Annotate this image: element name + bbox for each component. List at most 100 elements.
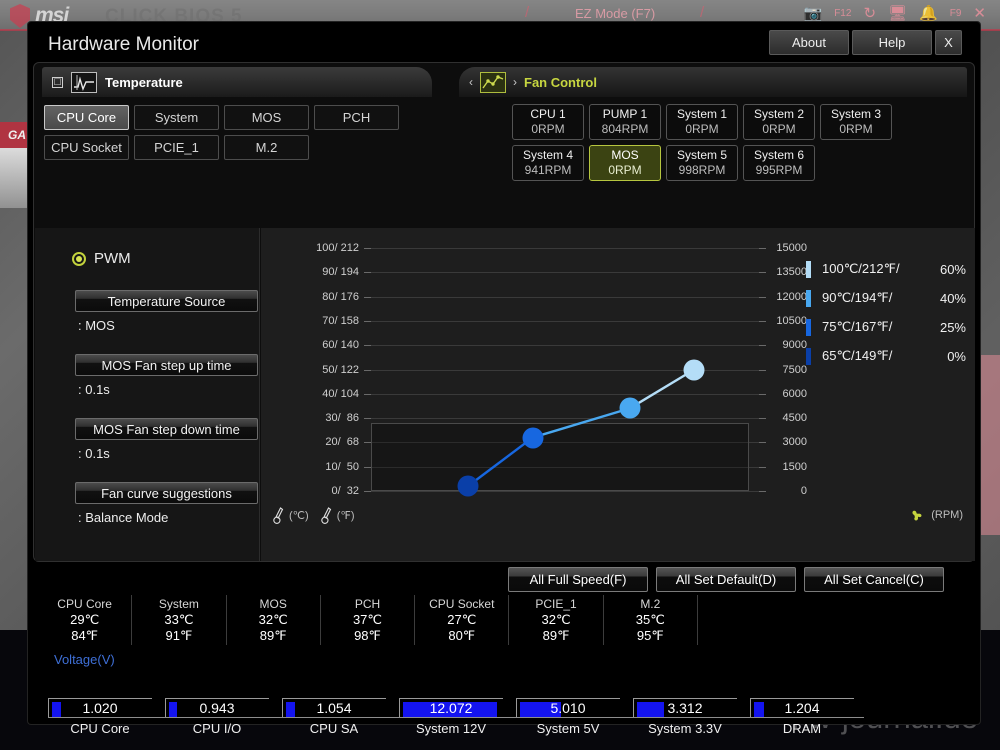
hardware-monitor-dialog: Hardware Monitor About Help X ☐ Temperat… bbox=[28, 22, 980, 736]
chart-right-tick: 4500 bbox=[782, 412, 807, 425]
bios-slash-right: / bbox=[700, 4, 705, 21]
temperature-chart-icon bbox=[71, 71, 97, 93]
setting-value: : Balance Mode bbox=[78, 510, 169, 525]
chart-left-tickmark bbox=[364, 320, 371, 322]
collapse-icon[interactable]: ☐ bbox=[52, 76, 63, 88]
fan-name: System 2 bbox=[753, 107, 804, 121]
temperature-source-tab[interactable]: MOS bbox=[224, 105, 309, 130]
fan-curve-point[interactable] bbox=[683, 359, 705, 380]
fan-rpm: 0RPM bbox=[685, 122, 719, 136]
alert-key-label: F9 bbox=[949, 7, 962, 19]
setting-value: : 0.1s bbox=[78, 382, 110, 397]
voltage-value: 0.943 bbox=[199, 700, 235, 716]
fan-rpm: 804RPM bbox=[601, 122, 649, 136]
setting-value: : 0.1s bbox=[78, 446, 110, 461]
temperature-source-tab[interactable]: CPU Socket bbox=[44, 135, 129, 160]
fan-selector-button[interactable]: System 4 941RPM bbox=[512, 145, 584, 181]
chart-right-tick: 1500 bbox=[782, 460, 807, 473]
voltage-readout: 1.054 CPU SA bbox=[282, 698, 399, 744]
temperature-source-tab[interactable]: PCIE_1 bbox=[134, 135, 219, 160]
temperature-header[interactable]: ☐ Temperature bbox=[42, 67, 432, 97]
chart-plot-area[interactable] bbox=[371, 248, 759, 497]
voltage-rail-name: DRAM bbox=[782, 721, 822, 736]
voltage-readout: 0.943 CPU I/O bbox=[165, 698, 282, 744]
temperature-celsius: 27℃ bbox=[447, 611, 477, 627]
fan-selector-button[interactable]: System 5 998RPM bbox=[666, 145, 738, 181]
refresh-icon[interactable]: ↻ bbox=[863, 4, 876, 22]
screenshot-icon[interactable]: 📷 bbox=[804, 4, 823, 22]
temperature-fahrenheit: 80℉ bbox=[448, 627, 476, 643]
temperature-fahrenheit: 95℉ bbox=[636, 627, 664, 643]
temperature-source-tab[interactable]: CPU Core bbox=[44, 105, 129, 130]
chart-right-tickmark bbox=[759, 393, 766, 395]
chevron-left-icon[interactable]: ‹ bbox=[469, 75, 473, 89]
help-button[interactable]: Help bbox=[852, 30, 932, 55]
fan-selector-button[interactable]: System 1 0RPM bbox=[666, 104, 738, 140]
fan-settings-column: PWM Temperature Source: MOS MOS Fan step … bbox=[35, 228, 260, 561]
voltage-rail-name: CPU I/O bbox=[192, 721, 242, 736]
temperature-source-tab[interactable]: M.2 bbox=[224, 135, 309, 160]
pwm-mode-radio[interactable]: PWM bbox=[72, 250, 131, 267]
temperature-readout: MOS 32℃ 89℉ bbox=[227, 595, 321, 645]
temperature-sensor-name: M.2 bbox=[640, 596, 661, 611]
fan-curve-point[interactable] bbox=[619, 397, 641, 419]
voltage-value: 1.054 bbox=[316, 700, 352, 716]
about-button[interactable]: About bbox=[769, 30, 849, 55]
setting-button[interactable]: MOS Fan step down time bbox=[75, 418, 258, 440]
global-action-button[interactable]: All Set Default(D) bbox=[656, 567, 796, 592]
alert-icon[interactable]: 🔔 bbox=[919, 4, 938, 22]
chart-right-tickmark bbox=[759, 320, 766, 322]
ez-mode-label[interactable]: EZ Mode (F7) bbox=[575, 6, 655, 21]
temperature-source-tab[interactable]: PCH bbox=[314, 105, 399, 130]
setting-button[interactable]: MOS Fan step up time bbox=[75, 354, 258, 376]
chart-right-tickmark bbox=[759, 491, 766, 492]
chart-gridline bbox=[371, 491, 759, 492]
fan-rpm: 941RPM bbox=[524, 163, 572, 177]
chart-left-tickmark bbox=[364, 491, 371, 492]
chart-left-tick: 80/ 176 bbox=[322, 290, 359, 303]
chart-left-tick: 0/ 32 bbox=[331, 485, 359, 497]
fan-control-header-label: Fan Control bbox=[524, 74, 597, 90]
rpm-unit-group: (RPM) bbox=[908, 507, 963, 524]
fan-selector-button[interactable]: MOS 0RPM bbox=[589, 145, 661, 181]
global-action-button[interactable]: All Set Cancel(C) bbox=[804, 567, 944, 592]
temperature-fahrenheit: 89℉ bbox=[259, 627, 287, 643]
fan-selector-button[interactable]: System 6 995RPM bbox=[743, 145, 815, 181]
global-actions: All Full Speed(F) All Set Default(D) All S… bbox=[508, 567, 944, 592]
legend-duty-percent: 40% bbox=[939, 290, 966, 306]
legend-temperature: 100℃/212℉/ bbox=[822, 261, 900, 276]
chart-right-tick: 10500 bbox=[776, 314, 807, 327]
title-bar-buttons: About Help X bbox=[769, 30, 962, 55]
temperature-source-tab[interactable]: System bbox=[134, 105, 219, 130]
fan-selector-button[interactable]: System 2 0RPM bbox=[743, 104, 815, 140]
setting-button[interactable]: Fan curve suggestions bbox=[75, 482, 258, 504]
global-action-button[interactable]: All Full Speed(F) bbox=[508, 567, 648, 592]
temperature-readout: PCIE_1 32℃ 89℉ bbox=[509, 595, 604, 645]
monitor-icon[interactable]: 🖥 bbox=[888, 4, 907, 22]
fan-selector-button[interactable]: CPU 1 0RPM bbox=[512, 104, 584, 140]
chart-right-tickmark bbox=[759, 466, 766, 468]
chevron-right-icon[interactable]: › bbox=[513, 75, 517, 89]
chart-right-tickmark bbox=[759, 369, 766, 371]
page-title: Hardware Monitor bbox=[48, 34, 199, 55]
chart-left-tick: 50/ 122 bbox=[322, 363, 359, 376]
temperature-readouts: CPU Core 29℃ 84℉ System 33℃ 91℉ MOS 32℃ 89℉ PCH 37… bbox=[38, 595, 698, 645]
chart-legend: 100℃/212℉/ 60% 90℃/194℉/ 40% 75℃/167℉/ 25% 65℃… bbox=[806, 256, 971, 372]
pwm-mode-label: PWM bbox=[94, 250, 131, 267]
close-icon[interactable]: ✕ bbox=[973, 4, 986, 22]
voltage-readout: 3.312 System 3.3V bbox=[633, 698, 750, 744]
close-button[interactable]: X bbox=[935, 30, 962, 55]
fan-control-header[interactable]: ‹ › Fan Control bbox=[459, 67, 967, 97]
fan-selector-button[interactable]: PUMP 1 804RPM bbox=[589, 104, 661, 140]
legend-color-swatch bbox=[806, 318, 811, 336]
fan-curve-point[interactable] bbox=[457, 475, 479, 497]
chart-left-tick: 60/ 140 bbox=[322, 339, 359, 352]
celsius-unit-label: (℃) bbox=[289, 509, 309, 522]
fan-selector-button[interactable]: System 3 0RPM bbox=[820, 104, 892, 140]
fan-curve-point[interactable] bbox=[522, 427, 544, 449]
temperature-sensor-name: CPU Core bbox=[57, 596, 112, 611]
setting-button[interactable]: Temperature Source bbox=[75, 290, 258, 312]
temperature-source-tabs: CPU Core System MOS PCH CPU Socket PCIE_1 M.2 bbox=[44, 105, 444, 160]
panel-headers: ☐ Temperature ‹ › Fan Control bbox=[34, 63, 974, 99]
temperature-fahrenheit: 84℉ bbox=[71, 627, 99, 643]
